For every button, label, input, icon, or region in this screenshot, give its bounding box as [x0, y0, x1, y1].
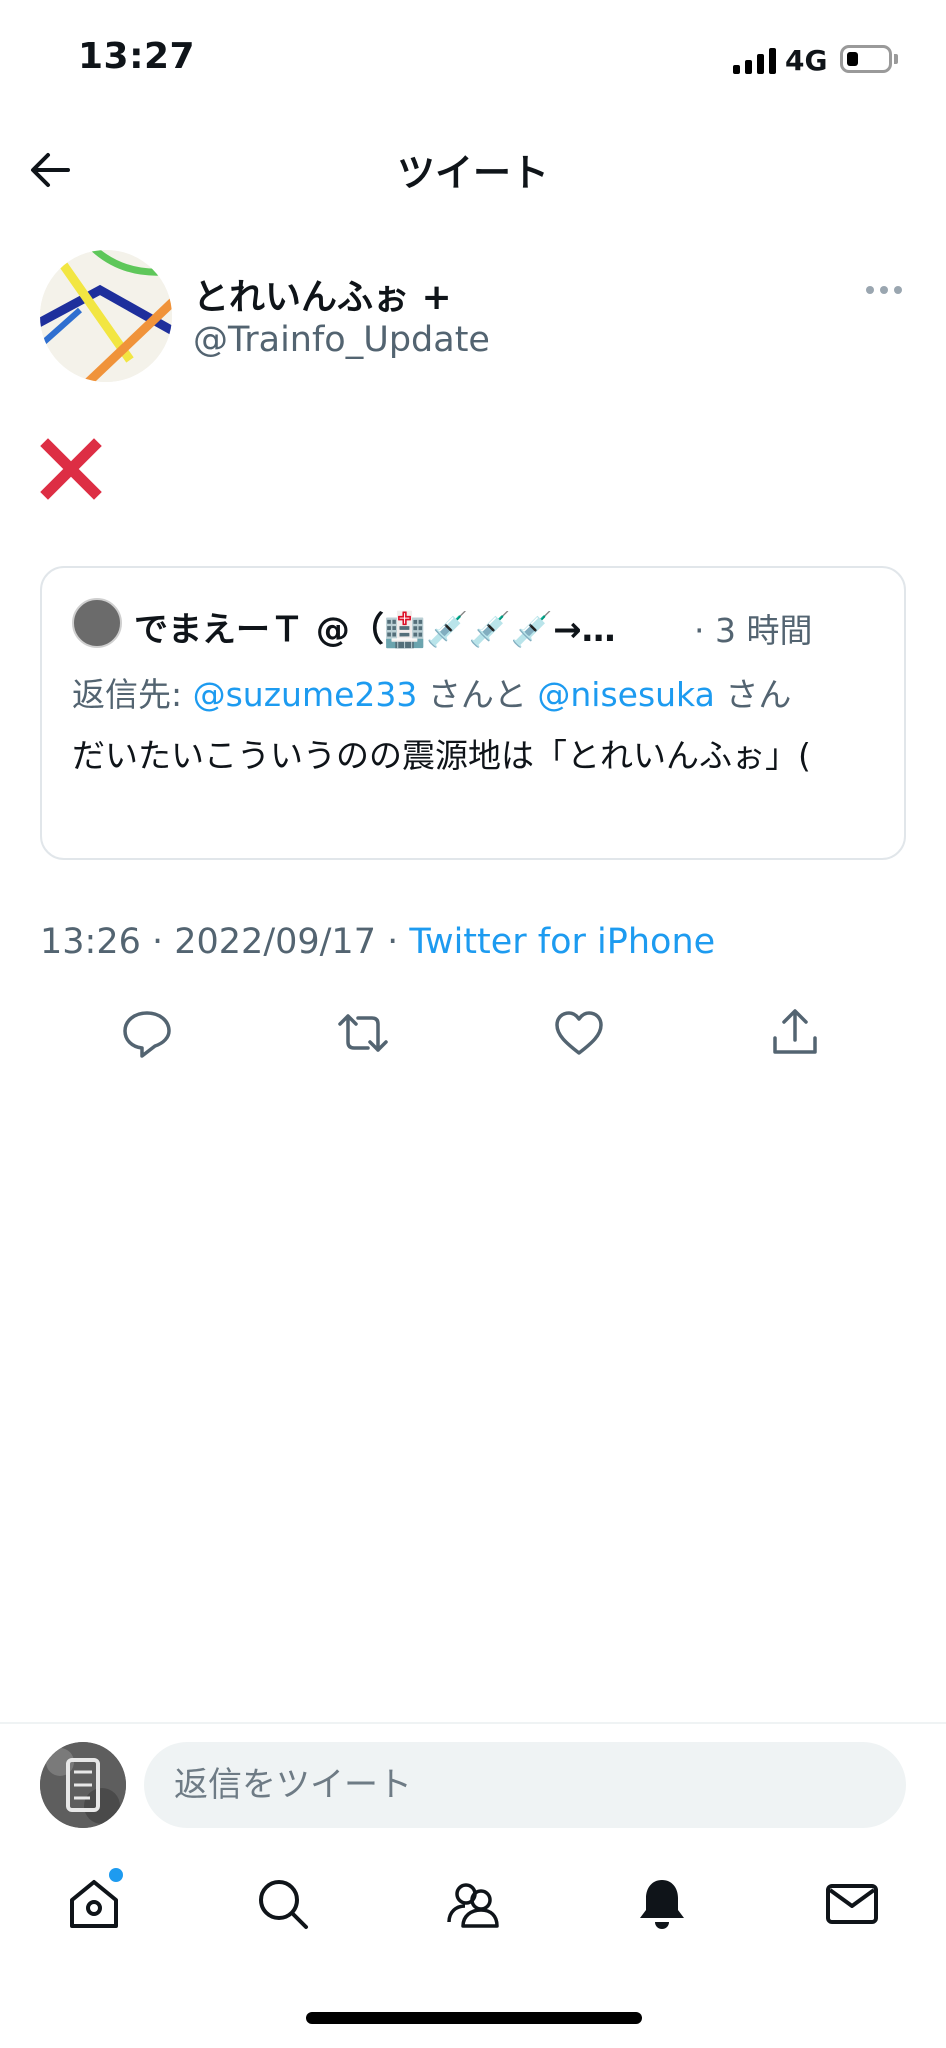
user-avatar[interactable]	[40, 1742, 126, 1828]
tweet-source-link[interactable]: Twitter for iPhone	[409, 922, 715, 962]
tweet-datetime: 13:26 · 2022/09/17 ·	[40, 922, 410, 962]
page-title: ツイート	[396, 151, 549, 195]
back-arrow-icon[interactable]	[24, 144, 76, 196]
quoted-tweet-text: だいたいこういうのの震源地は「とれいんふぉ」(	[72, 736, 811, 775]
quoted-author-name: でまえーＴ @（🏥💉💉💉→…	[134, 610, 616, 650]
reply-input[interactable]	[144, 1742, 906, 1828]
communities-icon[interactable]	[445, 1876, 501, 1932]
divider	[0, 1722, 946, 1724]
author-name[interactable]: とれいんふぉ +	[193, 268, 452, 320]
status-time: 13:27	[78, 36, 196, 77]
share-icon[interactable]	[768, 1006, 822, 1060]
more-options-icon[interactable]	[864, 280, 904, 300]
reply-to-mid: さんと	[417, 675, 538, 714]
network-label: 4G	[785, 44, 828, 77]
reply-user-link[interactable]: @suzume233	[193, 675, 418, 714]
author-avatar[interactable]	[40, 250, 172, 382]
battery-nub	[894, 54, 898, 64]
reply-to-prefix: 返信先:	[72, 675, 193, 714]
cross-mark-icon	[40, 438, 102, 500]
reply-to-suffix: さん	[714, 675, 792, 714]
reply-icon[interactable]	[120, 1006, 174, 1060]
home-notification-dot	[109, 1868, 123, 1882]
home-icon[interactable]	[66, 1876, 122, 1932]
battery-icon	[840, 45, 892, 73]
notifications-icon[interactable]	[634, 1876, 690, 1932]
home-indicator	[306, 2012, 642, 2024]
search-icon[interactable]	[255, 1876, 311, 1932]
like-icon[interactable]	[552, 1006, 606, 1060]
user-avatar-image	[40, 1742, 126, 1828]
quoted-avatar	[72, 598, 122, 648]
quoted-timestamp: · 3 時間	[694, 611, 813, 650]
messages-icon[interactable]	[824, 1876, 880, 1932]
quoted-reply-to: 返信先: @suzume233 さんと @nisesuka さん	[72, 668, 791, 716]
reply-user-link[interactable]: @nisesuka	[537, 675, 714, 714]
train-map-logo-icon	[40, 250, 172, 382]
author-handle[interactable]: @Trainfo_Update	[193, 320, 490, 360]
signal-icon	[733, 46, 776, 74]
retweet-icon[interactable]	[336, 1006, 390, 1060]
tweet-meta: 13:26 · 2022/09/17 · Twitter for iPhone	[40, 922, 715, 962]
